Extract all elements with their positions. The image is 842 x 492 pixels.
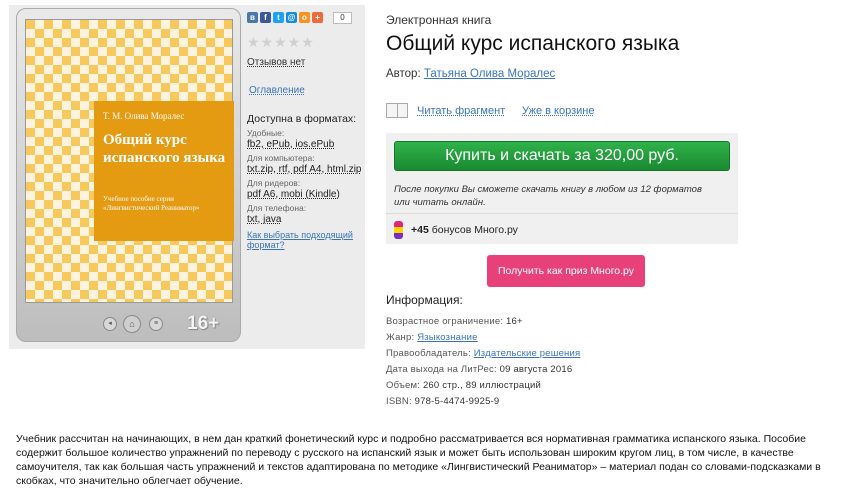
author-label: Автор: (386, 68, 421, 80)
info-release-date: Дата выхода на ЛитРес: 09 августа 2016 (386, 364, 573, 375)
format-group-label: Для ридеров: (247, 178, 301, 188)
book-description: Учебник рассчитан на начинающих, в нем д… (16, 433, 821, 487)
info-heading: Информация: (386, 293, 463, 307)
info-rights: Правообладатель: Издательские решения (386, 348, 581, 359)
buy-box: Купить и скачать за 320,00 руб. После по… (386, 133, 738, 244)
book-preview-panel: Т. М. Олива Моралес Общий курс испанског… (9, 5, 365, 349)
formats-block: Доступна в форматах: Удобные: fb2, ePub,… (247, 113, 362, 250)
rating-stars[interactable]: ★★★★★ (247, 34, 315, 51)
format-list[interactable]: fb2, ePub, ios.ePub (247, 138, 362, 151)
menu-icon[interactable]: ≡ (149, 317, 163, 331)
rights-holder-link[interactable]: Издательские решения (474, 348, 581, 359)
twitter-icon[interactable]: t (273, 12, 284, 23)
book-type: Электронная книга (386, 13, 492, 27)
format-group-label: Для телефона: (247, 203, 307, 213)
info-volume: Объем: 260 стр., 89 иллюстраций (386, 380, 541, 391)
mailru-icon[interactable]: @ (286, 12, 297, 23)
age-rating-badge: 16+ (187, 313, 220, 334)
format-group-label: Удобные: (247, 128, 285, 138)
author-link[interactable]: Татьяна Олива Моралес (424, 68, 555, 80)
format-list[interactable]: pdf A6, mobi (Kindle) (247, 188, 362, 201)
info-genre: Жанр: Языкознание (386, 332, 478, 343)
choose-format-link[interactable]: Как выбрать подходящий формат? (247, 230, 362, 250)
reader-controls: ◂ ⌂ ≡ 16+ (17, 311, 242, 341)
bonus-label: бонусов Много.ру (431, 224, 518, 236)
cover-title-box: Т. М. Олива Моралес Общий курс испанског… (94, 101, 234, 241)
open-book-icon (386, 103, 408, 118)
format-list[interactable]: txt, java (247, 213, 362, 226)
genre-link[interactable]: Языкознание (417, 332, 477, 343)
facebook-icon[interactable]: f (260, 12, 271, 23)
reader-device: Т. М. Олива Моралес Общий курс испанског… (16, 8, 241, 342)
book-cover[interactable]: Т. М. Олива Моралес Общий курс испанског… (25, 19, 234, 303)
bonus-text: +45 бонусов Много.ру (411, 224, 518, 236)
format-group-label: Для компьютера: (247, 153, 315, 163)
odnoklassniki-icon[interactable]: o (299, 12, 310, 23)
bonus-amount: +45 (411, 224, 429, 236)
mnogo-bonus-icon (394, 221, 403, 239)
buy-note: После покупки Вы сможете скачать книгу в… (394, 184, 702, 208)
read-fragment-link[interactable]: Читать фрагмент (417, 105, 505, 117)
author-line: Автор: Татьяна Олива Моралес (386, 68, 555, 80)
in-cart-link[interactable]: Уже в корзине (522, 105, 594, 117)
share-count: 0 (333, 12, 352, 24)
info-isbn: ISBN: 978-5-4474-9925-9 (386, 396, 500, 407)
bonus-row: +45 бонусов Много.ру (386, 213, 738, 244)
plus-icon[interactable]: + (312, 12, 323, 23)
info-age: Возрастное ограничение: 16+ (386, 316, 523, 327)
vk-icon[interactable]: в (247, 12, 258, 23)
cover-author: Т. М. Олива Моралес (103, 111, 185, 121)
page-title: Общий курс испанского языка (386, 32, 680, 55)
back-icon[interactable]: ◂ (103, 317, 117, 331)
toc-link[interactable]: Оглавление (249, 85, 305, 96)
cover-series: Учебное пособие серии «Лингвистический Р… (103, 195, 200, 212)
home-icon[interactable]: ⌂ (123, 315, 141, 333)
reviews-link[interactable]: Отзывов нет (247, 57, 305, 68)
buy-download-button[interactable]: Купить и скачать за 320,00 руб. (394, 141, 730, 171)
info-block: Информация: Возрастное ограничение: 16+ … (386, 293, 826, 410)
cover-title: Общий курс испанского языка (103, 132, 226, 166)
prize-button[interactable]: Получить как приз Много.ру (487, 255, 645, 287)
format-list[interactable]: txt.zip, rtf, pdf A4, html.zip (247, 163, 362, 176)
formats-heading: Доступна в форматах: (247, 113, 357, 125)
